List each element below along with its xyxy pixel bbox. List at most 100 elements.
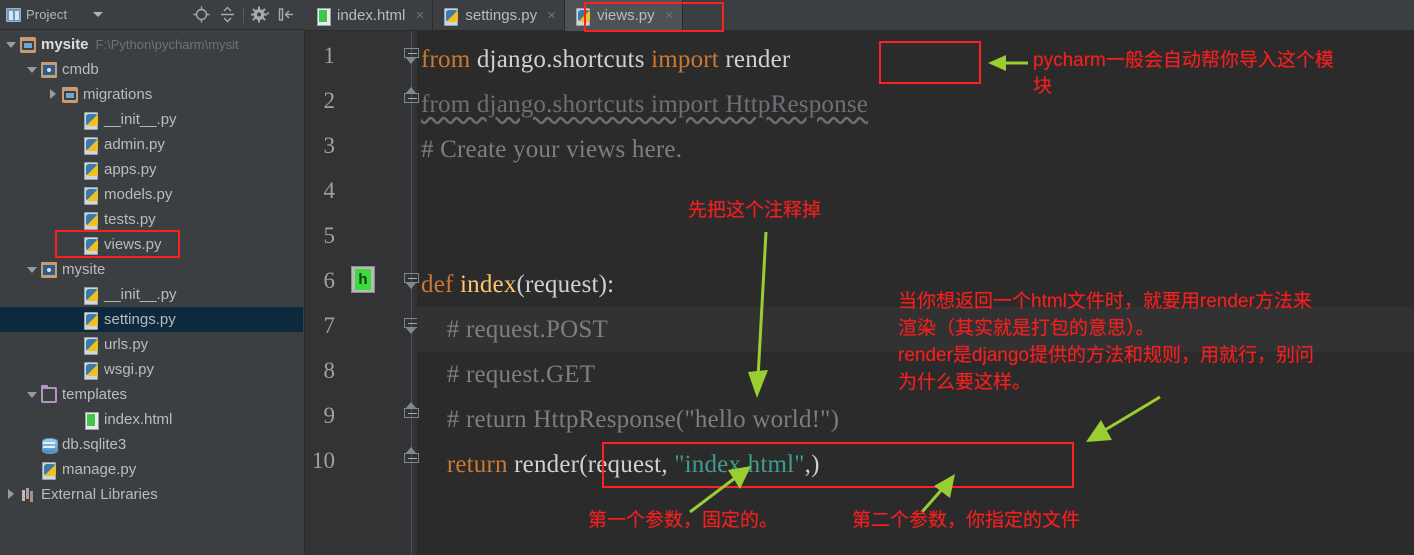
code-line-10[interactable]: return render(request, "index.html",): [417, 442, 1414, 487]
tree-item-label: mysite: [62, 261, 106, 278]
close-icon[interactable]: ×: [546, 8, 557, 23]
tree-item-settings-py[interactable]: settings.py: [0, 307, 303, 332]
chevron-down-icon[interactable]: [27, 64, 38, 75]
code-token: # Create your views here.: [421, 135, 683, 163]
html-template-gutter-icon[interactable]: [351, 266, 375, 293]
collapse-all-icon[interactable]: [214, 3, 240, 27]
tree-item-label: wsgi.py: [104, 361, 155, 378]
tree-item-label: admin.py: [104, 136, 165, 153]
code-token: "index.html": [674, 450, 805, 478]
html-file-icon: [315, 7, 331, 26]
chevron-down-icon[interactable]: [6, 39, 17, 50]
tree-item-label: cmdb: [62, 61, 99, 78]
tree-item-tests-py[interactable]: tests.py: [0, 207, 303, 232]
line-number: 10: [312, 448, 335, 473]
tree-item-mysite[interactable]: mysite: [0, 257, 303, 282]
tree-item-migrations[interactable]: migrations: [0, 82, 303, 107]
tree-item-wsgi-py[interactable]: wsgi.py: [0, 357, 303, 382]
editor-tab-bar[interactable]: index.html × settings.py × views.py ×: [305, 0, 1414, 31]
tree-item-manage-py[interactable]: manage.py: [0, 457, 303, 482]
chevron-right-icon[interactable]: [6, 489, 17, 500]
tree-item-cmdb[interactable]: cmdb: [0, 57, 303, 82]
close-icon[interactable]: ×: [664, 8, 675, 23]
editor-tab-label: views.py: [597, 7, 655, 24]
chevron-down-icon[interactable]: [27, 264, 38, 275]
editor-tab-label: settings.py: [465, 7, 538, 24]
tree-item-label: index.html: [104, 411, 173, 428]
editor-tab-label: index.html: [337, 7, 406, 24]
module-folder-icon: [41, 261, 57, 278]
line-number: 5: [323, 223, 336, 248]
chevron-right-icon[interactable]: [48, 89, 59, 100]
project-panel-icon: [6, 7, 21, 22]
editor-tab-settings-py[interactable]: settings.py ×: [433, 0, 566, 31]
tree-item-label: urls.py: [104, 336, 149, 353]
python-file-icon: [83, 161, 99, 180]
code-token: render: [725, 45, 791, 73]
hide-panel-icon[interactable]: [273, 3, 299, 27]
code-line-9[interactable]: # return HttpResponse("hello world!"): [417, 397, 1414, 442]
line-number: 4: [323, 178, 336, 203]
tree-item---init---py[interactable]: __init__.py: [0, 282, 303, 307]
tree-item-external-libraries[interactable]: External Libraries: [0, 482, 303, 507]
folder-icon: [62, 86, 78, 103]
code-line-3[interactable]: # Create your views here.: [417, 127, 1414, 172]
python-file-icon: [83, 286, 99, 305]
tree-item-admin-py[interactable]: admin.py: [0, 132, 303, 157]
project-panel-header: Project: [0, 0, 305, 30]
tree-item-apps-py[interactable]: apps.py: [0, 157, 303, 182]
code-token: from django.shortcuts import HttpRespons…: [421, 90, 869, 118]
python-file-icon: [83, 211, 99, 230]
project-file-tree[interactable]: mysite F:\Python\pycharm\mysit cmdb migrati…: [0, 30, 303, 555]
code-token: ,): [804, 450, 820, 478]
external-libraries-icon: [20, 487, 36, 503]
annotation-import-render: pycharm一般会自动帮你导入这个模 块: [1033, 50, 1334, 97]
tree-item-label: views.py: [104, 236, 162, 253]
python-file-icon: [575, 7, 591, 26]
tree-item-label: db.sqlite3: [62, 436, 127, 453]
toolbar-divider: [243, 6, 244, 23]
editor-gutter[interactable]: 1 2 3 4 5 6 7 8 9 10: [305, 31, 419, 555]
tree-item-models-py[interactable]: models.py: [0, 182, 303, 207]
database-icon: [41, 437, 58, 454]
folder-icon: [20, 36, 36, 53]
chevron-down-icon[interactable]: [93, 12, 104, 17]
tree-item-index-html[interactable]: index.html: [0, 407, 303, 432]
chevron-down-icon[interactable]: [27, 389, 38, 400]
line-number: 9: [323, 403, 336, 428]
close-icon[interactable]: ×: [414, 8, 425, 23]
python-file-icon: [83, 311, 99, 330]
project-tool-window: Project mysite F:\Python\pycharm\mysit c…: [0, 0, 305, 555]
python-file-icon: [443, 7, 459, 26]
annotation-comment-out: 先把这个注释掉: [688, 200, 822, 221]
project-panel-title: Project: [26, 7, 68, 22]
gear-settings-icon[interactable]: [247, 3, 273, 27]
tree-item-label: External Libraries: [41, 486, 158, 503]
project-panel-title-group[interactable]: Project: [0, 7, 140, 22]
code-token: from: [421, 45, 477, 73]
tree-item-label: __init__.py: [104, 286, 177, 303]
line-number: 3: [323, 133, 336, 158]
tree-item-db-sqlite3[interactable]: db.sqlite3: [0, 432, 303, 457]
locate-target-icon[interactable]: [188, 3, 214, 27]
tree-item-label: migrations: [83, 86, 153, 103]
tree-item-views-py[interactable]: views.py: [0, 232, 303, 257]
editor-tab-views-py[interactable]: views.py ×: [565, 0, 683, 31]
tree-item---init---py[interactable]: __init__.py: [0, 107, 303, 132]
tree-item-templates[interactable]: templates: [0, 382, 303, 407]
tree-item-urls-py[interactable]: urls.py: [0, 332, 303, 357]
code-token: # return HttpResponse("hello world!"): [421, 405, 840, 433]
tree-item-mysite[interactable]: mysite F:\Python\pycharm\mysit: [0, 32, 303, 57]
tree-item-label: settings.py: [104, 311, 176, 328]
editor-tab-index-html[interactable]: index.html ×: [305, 0, 434, 31]
code-token: import: [651, 45, 726, 73]
annotation-second-arg: 第二个参数，你指定的文件: [852, 510, 1081, 531]
project-panel-toolbar: [188, 3, 305, 27]
